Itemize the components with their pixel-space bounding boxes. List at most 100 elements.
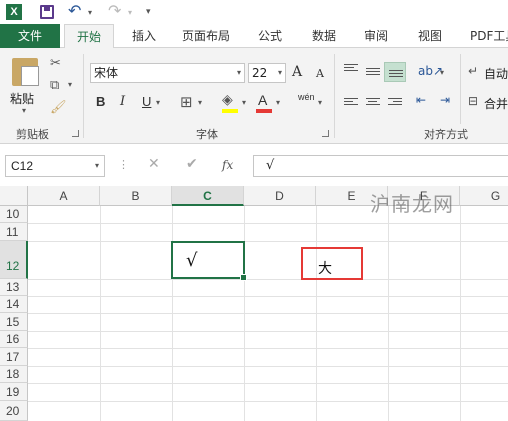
- align-top-icon[interactable]: [344, 64, 358, 75]
- worksheet-grid[interactable]: A B C D E F G 10 11 12 13 14 15 16 17 18…: [0, 186, 508, 421]
- gridline: [172, 206, 173, 421]
- insert-function-icon[interactable]: fx: [222, 158, 233, 172]
- gridline: [100, 206, 101, 421]
- column-header-d[interactable]: D: [244, 186, 316, 206]
- phonetic-guide-icon[interactable]: wén: [298, 92, 315, 102]
- borders-dropdown-icon[interactable]: ▾: [198, 98, 202, 107]
- row-header-10[interactable]: 10: [0, 206, 28, 223]
- copy-dropdown-icon[interactable]: ▾: [68, 80, 72, 89]
- italic-button[interactable]: I: [120, 94, 125, 109]
- formula-input[interactable]: √: [253, 155, 508, 177]
- paste-icon[interactable]: [12, 58, 39, 86]
- fill-color-dropdown-icon[interactable]: ▾: [242, 98, 246, 107]
- row-header-15[interactable]: 15: [0, 313, 28, 331]
- cut-icon[interactable]: ✂: [50, 56, 61, 71]
- divider: [460, 54, 461, 124]
- underline-dropdown-icon[interactable]: ▾: [156, 98, 160, 107]
- fill-color-swatch: [222, 109, 238, 113]
- font-size-dropdown-icon[interactable]: ▾: [278, 64, 282, 82]
- tab-view[interactable]: 视图: [410, 24, 450, 48]
- tab-pdf-tools[interactable]: PDF工具: [464, 24, 508, 48]
- bold-button[interactable]: B: [96, 94, 105, 109]
- increase-indent-icon[interactable]: ⇥: [440, 93, 450, 107]
- paste-dropdown-icon[interactable]: ▾: [22, 106, 26, 115]
- paste-button-label[interactable]: 粘贴: [10, 90, 34, 107]
- enter-icon[interactable]: ✔: [186, 156, 198, 172]
- column-header-g[interactable]: G: [460, 186, 508, 206]
- name-box-dropdown-icon[interactable]: ▾: [95, 156, 99, 176]
- column-header-b[interactable]: B: [100, 186, 172, 206]
- merge-center-label[interactable]: 合并: [484, 95, 508, 112]
- row-header-14[interactable]: 14: [0, 296, 28, 313]
- column-header-a[interactable]: A: [28, 186, 100, 206]
- row-header-12[interactable]: 12: [0, 241, 28, 279]
- merge-center-icon[interactable]: ⊟: [468, 94, 478, 108]
- gridline: [316, 206, 317, 421]
- borders-icon[interactable]: ⊞: [180, 93, 193, 111]
- row-header-17[interactable]: 17: [0, 348, 28, 366]
- redo-icon[interactable]: ↷: [108, 1, 121, 20]
- name-box-value: C12: [11, 159, 34, 173]
- row-header-18[interactable]: 18: [0, 366, 28, 383]
- ribbon: 粘贴 ▾ ✂ ⧉ ▾ 🖌 剪贴板 宋体 ▾ 22 ▾ A A B I U ▾ ⊞…: [0, 48, 508, 144]
- gridline: [388, 206, 389, 421]
- highlight-box: [301, 247, 363, 280]
- shrink-font-icon[interactable]: A: [316, 67, 324, 80]
- row-header-16[interactable]: 16: [0, 331, 28, 348]
- row-header-19[interactable]: 19: [0, 383, 28, 401]
- formula-bar: C12 ▾ ⋮ ✕ ✔ fx √: [0, 154, 508, 178]
- align-bottom-button[interactable]: [384, 62, 406, 82]
- font-color-icon[interactable]: A: [258, 92, 267, 108]
- font-color-dropdown-icon[interactable]: ▾: [276, 98, 280, 107]
- clipboard-group-label: 剪贴板: [16, 128, 49, 141]
- decrease-indent-icon[interactable]: ⇤: [416, 93, 426, 107]
- font-name-dropdown-icon[interactable]: ▾: [237, 64, 241, 82]
- tab-insert[interactable]: 插入: [124, 24, 164, 48]
- cancel-icon[interactable]: ✕: [148, 156, 160, 172]
- gridline: [244, 206, 245, 421]
- font-size-combo[interactable]: 22 ▾: [248, 63, 286, 83]
- alignment-group-label: 对齐方式: [424, 128, 468, 141]
- row-header-11[interactable]: 11: [0, 223, 28, 241]
- wrap-text-label[interactable]: 自动: [484, 65, 508, 82]
- customize-toolbar-icon[interactable]: ▾: [146, 7, 151, 17]
- font-name-value: 宋体: [94, 66, 119, 80]
- row-header-13[interactable]: 13: [0, 279, 28, 296]
- save-icon[interactable]: [40, 5, 54, 19]
- tab-formulas[interactable]: 公式: [250, 24, 290, 48]
- formula-bar-splitter-icon[interactable]: ⋮: [118, 158, 129, 171]
- name-box[interactable]: C12 ▾: [5, 155, 105, 177]
- tab-review[interactable]: 审阅: [356, 24, 396, 48]
- gridline: [460, 206, 461, 421]
- excel-logo-icon: X: [6, 4, 22, 20]
- format-painter-icon[interactable]: 🖌: [50, 100, 67, 115]
- clipboard-launcher-icon[interactable]: [72, 130, 79, 137]
- copy-icon[interactable]: ⧉: [50, 78, 59, 93]
- tab-file[interactable]: 文件: [0, 24, 60, 48]
- tab-data[interactable]: 数据: [304, 24, 344, 48]
- align-left-icon[interactable]: [344, 98, 358, 109]
- select-all-corner[interactable]: [0, 186, 28, 206]
- align-center-icon[interactable]: [366, 98, 380, 109]
- undo-icon[interactable]: ↶: [68, 1, 81, 20]
- tab-home[interactable]: 开始: [64, 24, 114, 49]
- undo-dropdown-icon[interactable]: ▾: [88, 8, 92, 17]
- font-name-combo[interactable]: 宋体 ▾: [90, 63, 245, 83]
- active-cell-c12[interactable]: [171, 241, 247, 281]
- wrap-text-icon[interactable]: ↵: [468, 64, 478, 78]
- phonetic-dropdown-icon[interactable]: ▾: [318, 98, 322, 107]
- font-launcher-icon[interactable]: [322, 130, 329, 137]
- row-header-20[interactable]: 20: [0, 401, 28, 421]
- redo-dropdown-icon[interactable]: ▾: [128, 8, 132, 17]
- grow-font-icon[interactable]: A: [292, 64, 302, 80]
- tab-page-layout[interactable]: 页面布局: [174, 24, 238, 48]
- align-middle-icon[interactable]: [366, 68, 380, 79]
- underline-button[interactable]: U: [142, 94, 151, 109]
- orientation-dropdown-icon[interactable]: ▾: [440, 68, 444, 77]
- watermark: 沪南龙网: [370, 192, 454, 216]
- font-color-swatch: [256, 109, 272, 113]
- column-header-c[interactable]: C: [172, 186, 244, 206]
- fill-color-icon[interactable]: ◈: [222, 92, 233, 108]
- align-right-icon[interactable]: [388, 98, 402, 109]
- divider: [83, 54, 84, 138]
